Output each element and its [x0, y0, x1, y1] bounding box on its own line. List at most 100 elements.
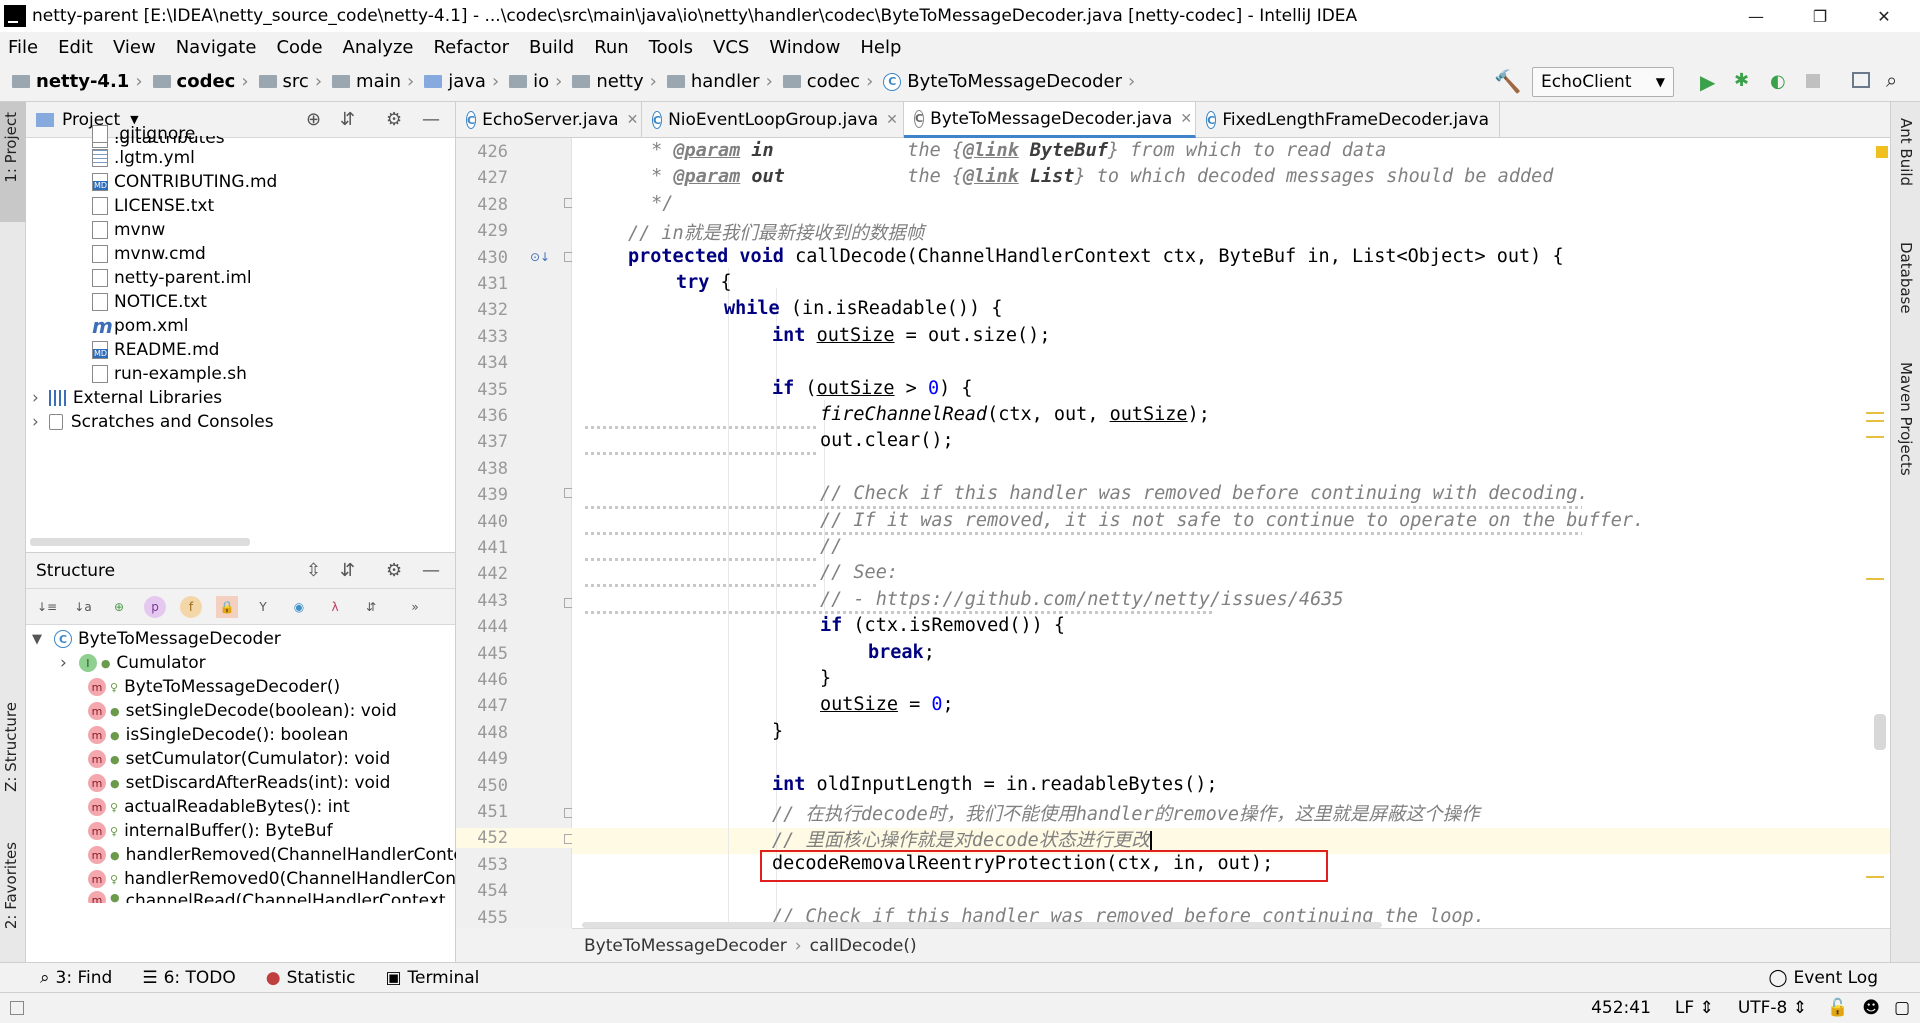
collapse-all-icon[interactable]: ⇵: [340, 560, 355, 581]
search-icon[interactable]: ⌕: [1886, 68, 1897, 92]
menu-help[interactable]: Help: [860, 37, 901, 58]
tree-item-pom[interactable]: m pom.xml: [92, 314, 189, 338]
menu-file[interactable]: File: [8, 37, 38, 58]
structure-item-actualreadable[interactable]: m ♀ actualReadableBytes(): int: [88, 795, 350, 819]
event-log-button[interactable]: ◯ Event Log: [1769, 968, 1879, 988]
menu-build[interactable]: Build: [529, 37, 574, 58]
collapse-icon[interactable]: ⇵: [360, 596, 382, 618]
menu-tools[interactable]: Tools: [649, 37, 693, 58]
tab-bytetomessagedecoder[interactable]: C ByteToMessageDecoder.java ✕: [904, 102, 1196, 138]
breadcrumb-netty-4-1[interactable]: netty-4.1 ›: [12, 71, 149, 92]
structure-item-setcumulator[interactable]: m ● setCumulator(Cumulator): void: [88, 747, 390, 771]
close-tab-icon[interactable]: ✕: [627, 112, 639, 128]
tab-echoserver[interactable]: C EchoServer.java ✕: [456, 102, 642, 138]
sort-alphabetically-icon[interactable]: ↓a: [72, 596, 94, 618]
menu-window[interactable]: Window: [769, 37, 840, 58]
structure-item-channelread[interactable]: m ● channelRead(ChannelHandlerContext, C: [88, 891, 468, 903]
vertical-scrollbar[interactable]: [1874, 714, 1886, 750]
find-tool-button[interactable]: ⌕ 3: Find: [40, 968, 112, 988]
debug-icon[interactable]: ✱: [1734, 70, 1749, 91]
breadcrumb-main[interactable]: main ›: [332, 71, 420, 92]
menu-analyze[interactable]: Analyze: [343, 37, 414, 58]
structure-item-internalbuffer[interactable]: m ♀ internalBuffer(): ByteBuf: [88, 819, 333, 843]
ant-build-tool-tab[interactable]: Ant Build: [1897, 118, 1915, 186]
structure-item-handlerremoved[interactable]: m ● handlerRemoved(ChannelHandlerConte: [88, 843, 464, 867]
stop-icon[interactable]: [1806, 74, 1820, 88]
menu-navigate[interactable]: Navigate: [176, 37, 257, 58]
scroll-marker[interactable]: [1866, 412, 1884, 414]
crumb-method[interactable]: callDecode(): [810, 936, 917, 956]
project-tool-tab[interactable]: 1: Project: [2, 112, 20, 183]
more-icon[interactable]: »: [404, 596, 426, 618]
gear-icon[interactable]: ⚙: [386, 109, 402, 130]
tree-item-scratches[interactable]: › Scratches and Consoles: [32, 410, 274, 434]
horizontal-scrollbar[interactable]: [30, 538, 250, 546]
tree-item-mvnw-cmd[interactable]: mvnw.cmd: [92, 242, 206, 266]
show-properties-icon[interactable]: p: [144, 595, 166, 618]
menu-edit[interactable]: Edit: [58, 37, 93, 58]
structure-item-setdiscard[interactable]: m ● setDiscardAfterReads(int): void: [88, 771, 390, 795]
show-non-public-icon[interactable]: 🔒: [216, 595, 238, 618]
tree-item-readme[interactable]: README.md: [92, 338, 219, 362]
run-icon[interactable]: ▶: [1700, 70, 1715, 94]
coverage-icon[interactable]: ◐: [1770, 71, 1786, 92]
menu-refactor[interactable]: Refactor: [433, 37, 509, 58]
breadcrumb-handler[interactable]: handler ›: [666, 71, 779, 92]
menu-vcs[interactable]: VCS: [713, 37, 749, 58]
crumb-class[interactable]: ByteToMessageDecoder: [584, 936, 787, 956]
hide-icon[interactable]: —: [422, 560, 440, 581]
menu-view[interactable]: View: [113, 37, 156, 58]
scroll-marker[interactable]: [1866, 436, 1884, 438]
scroll-marker[interactable]: [1866, 578, 1884, 580]
notifications-icon[interactable]: ▢: [1894, 998, 1910, 1018]
breadcrumb-java[interactable]: java ›: [424, 71, 505, 92]
show-lambdas-tree-icon[interactable]: Y: [252, 596, 274, 618]
favorites-tool-tab[interactable]: 2: Favorites: [2, 842, 20, 929]
scroll-marker[interactable]: [1866, 876, 1884, 878]
tab-fixedlengthframedecoder[interactable]: C FixedLengthFrameDecoder.java: [1196, 102, 1500, 138]
maven-tool-tab[interactable]: Maven Projects: [1897, 362, 1915, 476]
structure-item-constructor[interactable]: m ♀ ByteToMessageDecoder(): [88, 675, 340, 699]
tool-windows-icon[interactable]: [10, 1001, 24, 1015]
tree-item-license[interactable]: LICENSE.txt: [92, 194, 214, 218]
show-fields-icon[interactable]: f: [180, 595, 202, 618]
breadcrumb-src[interactable]: src ›: [258, 71, 328, 92]
menu-code[interactable]: Code: [276, 37, 322, 58]
terminal-tool-button[interactable]: ▣ Terminal: [385, 968, 479, 988]
lambda-icon[interactable]: λ: [324, 596, 346, 618]
close-tab-icon[interactable]: ✕: [886, 112, 898, 128]
tree-item-contributing[interactable]: CONTRIBUTING.md: [92, 170, 277, 194]
run-config-select[interactable]: EchoClient ▼: [1532, 67, 1674, 97]
database-tool-tab[interactable]: Database: [1897, 242, 1915, 314]
file-encoding[interactable]: UTF-8 ⇕: [1738, 998, 1807, 1018]
tab-nioeventloopgroup[interactable]: C NioEventLoopGroup.java ✕: [642, 102, 904, 138]
line-separator[interactable]: LF ⇕: [1675, 998, 1714, 1018]
expand-all-icon[interactable]: ⇳: [306, 560, 321, 581]
warning-status-icon[interactable]: [1876, 146, 1888, 158]
sort-by-visibility-icon[interactable]: ↓≡: [36, 596, 58, 618]
structure-item-setsingledecode[interactable]: m ● setSingleDecode(boolean): void: [88, 699, 397, 723]
maximize-button[interactable]: ❐: [1788, 0, 1852, 32]
inspector-icon[interactable]: ☻: [1862, 998, 1880, 1018]
structure-tool-tab[interactable]: Z: Structure: [2, 702, 20, 792]
todo-tool-button[interactable]: ☰ 6: TODO: [142, 968, 235, 988]
collapse-icon[interactable]: ⇵: [340, 109, 355, 130]
override-marker-icon[interactable]: ⊙↓: [530, 250, 550, 264]
minimize-button[interactable]: —: [1724, 0, 1788, 32]
hide-icon[interactable]: —: [422, 109, 440, 130]
build-hammer-icon[interactable]: 🔨: [1494, 70, 1521, 95]
tree-item-run-example[interactable]: run-example.sh: [92, 362, 247, 386]
menu-run[interactable]: Run: [594, 37, 629, 58]
close-tab-icon[interactable]: ✕: [1180, 111, 1192, 127]
project-structure-icon[interactable]: [1852, 72, 1870, 88]
show-inherited-icon[interactable]: ⊕: [108, 596, 130, 618]
breadcrumb-codec[interactable]: codec ›: [152, 71, 255, 92]
structure-root[interactable]: ▼ C ByteToMessageDecoder: [32, 627, 281, 651]
anonymous-classes-icon[interactable]: ◉: [288, 596, 310, 618]
breadcrumb-netty[interactable]: netty ›: [572, 71, 662, 92]
locate-icon[interactable]: ⊕: [306, 109, 321, 130]
lock-icon[interactable]: 🔓: [1827, 998, 1848, 1018]
tree-item-mvnw[interactable]: mvnw: [92, 218, 165, 242]
tree-item-notice[interactable]: NOTICE.txt: [92, 290, 207, 314]
tree-item-iml[interactable]: netty-parent.iml: [92, 266, 252, 290]
